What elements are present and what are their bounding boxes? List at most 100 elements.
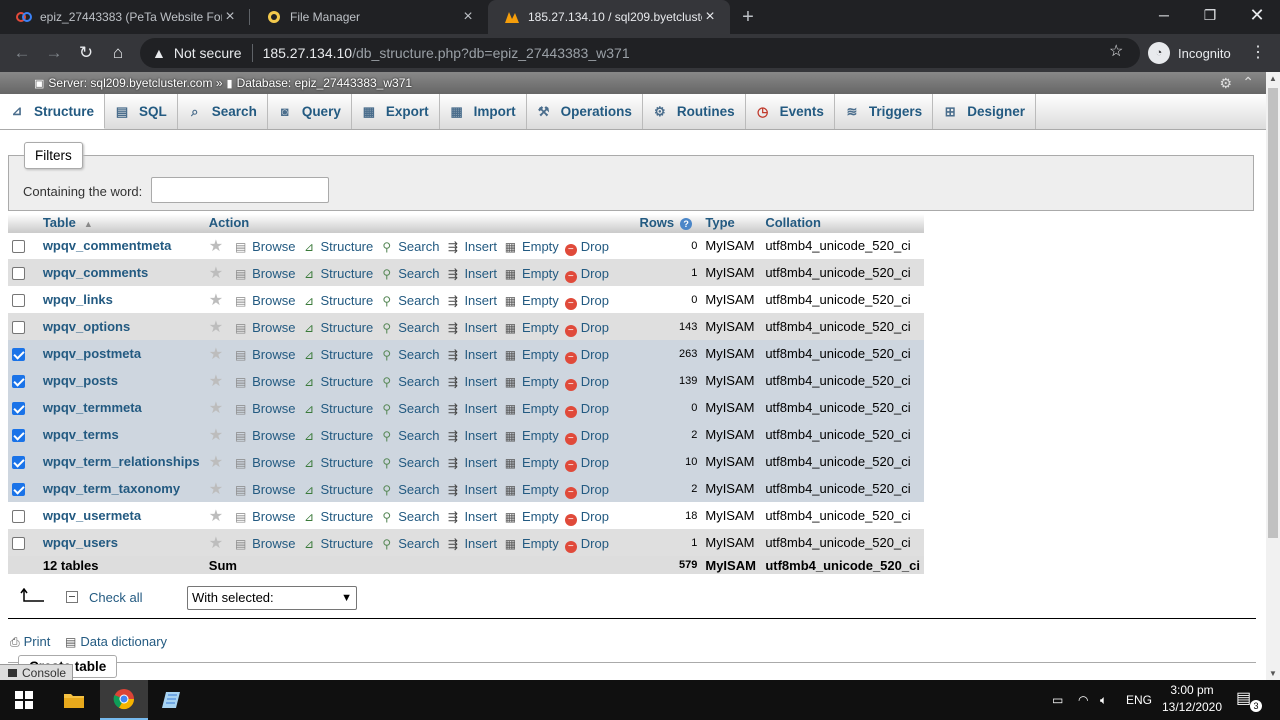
favorite-star-icon[interactable]: ★ <box>209 535 223 552</box>
header-collation[interactable]: Collation <box>761 214 924 233</box>
empty-action[interactable]: ▦ Empty <box>503 482 559 497</box>
volume-icon[interactable]: 🔈︎ <box>1100 680 1107 720</box>
table-name-link[interactable]: wpqv_term_taxonomy <box>43 481 180 496</box>
row-checkbox[interactable] <box>12 537 25 551</box>
drop-action[interactable]: − Drop <box>564 293 609 310</box>
print-link[interactable]: ⎙ Print <box>10 634 50 650</box>
structure-action[interactable]: ⊿ Structure <box>301 347 373 362</box>
row-checkbox[interactable] <box>12 375 25 389</box>
table-row[interactable]: wpqv_commentmeta ★ ▤ Browse ⊿ Structure ⚲ Searc… <box>8 232 924 259</box>
table-name-link[interactable]: wpqv_users <box>43 535 118 550</box>
browse-action[interactable]: ▤ Browse <box>233 428 296 443</box>
header-type[interactable]: Type <box>701 214 762 233</box>
scroll-thumb[interactable] <box>1268 88 1278 538</box>
table-name-link[interactable]: wpqv_options <box>43 319 130 334</box>
back-arrow-icon[interactable]: ← <box>8 39 36 67</box>
tab-search[interactable]: ⌕ Search <box>178 94 268 129</box>
header-table[interactable]: Table ▲ <box>38 214 205 233</box>
structure-action[interactable]: ⊿ Structure <box>301 455 373 470</box>
row-checkbox[interactable] <box>12 294 25 308</box>
structure-action[interactable]: ⊿ Structure <box>301 401 373 416</box>
browse-action[interactable]: ▤ Browse <box>233 293 296 308</box>
file-explorer-icon[interactable] <box>50 680 98 720</box>
new-tab-button[interactable]: + <box>737 6 759 28</box>
table-row[interactable]: wpqv_termmeta ★ ▤ Browse ⊿ Structure ⚲ Search ⇶ I… <box>8 394 924 421</box>
search-action[interactable]: ⚲ Search <box>379 509 439 524</box>
clock[interactable]: 3:00 pm 13/12/2020 <box>1154 682 1230 716</box>
favorite-star-icon[interactable]: ★ <box>209 481 223 498</box>
table-name-link[interactable]: wpqv_posts <box>43 373 118 388</box>
not-secure-label[interactable]: Not secure <box>174 45 242 61</box>
row-checkbox[interactable] <box>12 267 25 281</box>
notepad-icon[interactable] <box>148 680 196 720</box>
browse-action[interactable]: ▤ Browse <box>233 536 296 551</box>
row-checkbox[interactable] <box>12 483 25 497</box>
tab-routines[interactable]: ⚙ Routines <box>643 94 746 129</box>
insert-action[interactable]: ⇶ Insert <box>445 293 497 308</box>
table-row[interactable]: wpqv_users ★ ▤ Browse ⊿ Structure ⚲ Search ⇶ Inse… <box>8 529 924 556</box>
gear-icon[interactable]: ⚙ <box>1219 75 1232 92</box>
search-action[interactable]: ⚲ Search <box>379 320 439 335</box>
check-all-label[interactable]: Check all <box>89 590 142 605</box>
scroll-down-icon[interactable]: ▼ <box>1269 669 1277 678</box>
close-window-button[interactable]: ✕ <box>1234 0 1280 30</box>
insert-action[interactable]: ⇶ Insert <box>445 374 497 389</box>
tab-structure[interactable]: ⊿ Structure <box>0 94 106 129</box>
row-checkbox[interactable] <box>12 429 25 443</box>
favorite-star-icon[interactable]: ★ <box>209 400 223 417</box>
structure-action[interactable]: ⊿ Structure <box>301 509 373 524</box>
insert-action[interactable]: ⇶ Insert <box>445 347 497 362</box>
table-row[interactable]: wpqv_links ★ ▤ Browse ⊿ Structure ⚲ Search ⇶ Inse… <box>8 286 924 313</box>
empty-action[interactable]: ▦ Empty <box>503 347 559 362</box>
warning-triangle-icon[interactable]: ▲ <box>152 45 166 61</box>
favorite-star-icon[interactable]: ★ <box>209 454 223 471</box>
collapse-icon[interactable]: ⌃ <box>1242 74 1254 91</box>
tab-query[interactable]: ◙ Query <box>268 94 352 129</box>
check-all-checkbox[interactable] <box>66 591 78 603</box>
browse-action[interactable]: ▤ Browse <box>233 455 296 470</box>
tab-events[interactable]: ◷ Events <box>746 94 835 129</box>
structure-action[interactable]: ⊿ Structure <box>301 266 373 281</box>
drop-action[interactable]: − Drop <box>564 320 609 337</box>
insert-action[interactable]: ⇶ Insert <box>445 266 497 281</box>
incognito-profile-button[interactable]: ◔ Incognito <box>1148 38 1231 68</box>
search-action[interactable]: ⚲ Search <box>379 293 439 308</box>
insert-action[interactable]: ⇶ Insert <box>445 320 497 335</box>
structure-action[interactable]: ⊿ Structure <box>301 320 373 335</box>
search-action[interactable]: ⚲ Search <box>379 239 439 254</box>
browse-action[interactable]: ▤ Browse <box>233 266 296 281</box>
table-name-link[interactable]: wpqv_links <box>43 292 113 307</box>
favorite-star-icon[interactable]: ★ <box>209 346 223 363</box>
drop-action[interactable]: − Drop <box>564 455 609 472</box>
data-dictionary-link[interactable]: ▤ Data dictionary <box>65 634 167 649</box>
browser-tab-2[interactable]: File Manager × <box>250 0 488 34</box>
empty-action[interactable]: ▦ Empty <box>503 455 559 470</box>
row-checkbox[interactable] <box>12 240 25 254</box>
row-checkbox[interactable] <box>12 402 25 416</box>
drop-action[interactable]: − Drop <box>564 347 609 364</box>
search-action[interactable]: ⚲ Search <box>379 347 439 362</box>
tab-sql[interactable]: ▤ SQL <box>105 94 178 129</box>
header-rows[interactable]: Rows? <box>635 214 702 233</box>
empty-action[interactable]: ▦ Empty <box>503 536 559 551</box>
breadcrumb-server[interactable]: Server: sql209.byetcluster.com » <box>48 76 222 90</box>
language-indicator[interactable]: ENG <box>1126 680 1152 720</box>
structure-action[interactable]: ⊿ Structure <box>301 374 373 389</box>
table-row[interactable]: wpqv_usermeta ★ ▤ Browse ⊿ Structure ⚲ Search ⇶ I… <box>8 502 924 529</box>
forward-arrow-icon[interactable]: → <box>40 39 68 67</box>
search-action[interactable]: ⚲ Search <box>379 266 439 281</box>
structure-action[interactable]: ⊿ Structure <box>301 293 373 308</box>
insert-action[interactable]: ⇶ Insert <box>445 401 497 416</box>
vertical-scrollbar[interactable]: ▲ ▼ <box>1266 72 1280 680</box>
empty-action[interactable]: ▦ Empty <box>503 374 559 389</box>
structure-action[interactable]: ⊿ Structure <box>301 428 373 443</box>
insert-action[interactable]: ⇶ Insert <box>445 536 497 551</box>
insert-action[interactable]: ⇶ Insert <box>445 428 497 443</box>
tab-designer[interactable]: ⊞ Designer <box>933 94 1036 129</box>
empty-action[interactable]: ▦ Empty <box>503 266 559 281</box>
table-name-link[interactable]: wpqv_term_relationships <box>43 454 200 469</box>
empty-action[interactable]: ▦ Empty <box>503 239 559 254</box>
restore-window-button[interactable]: ❐ <box>1187 0 1233 30</box>
empty-action[interactable]: ▦ Empty <box>503 509 559 524</box>
table-row[interactable]: wpqv_terms ★ ▤ Browse ⊿ Structure ⚲ Search ⇶ Inse… <box>8 421 924 448</box>
